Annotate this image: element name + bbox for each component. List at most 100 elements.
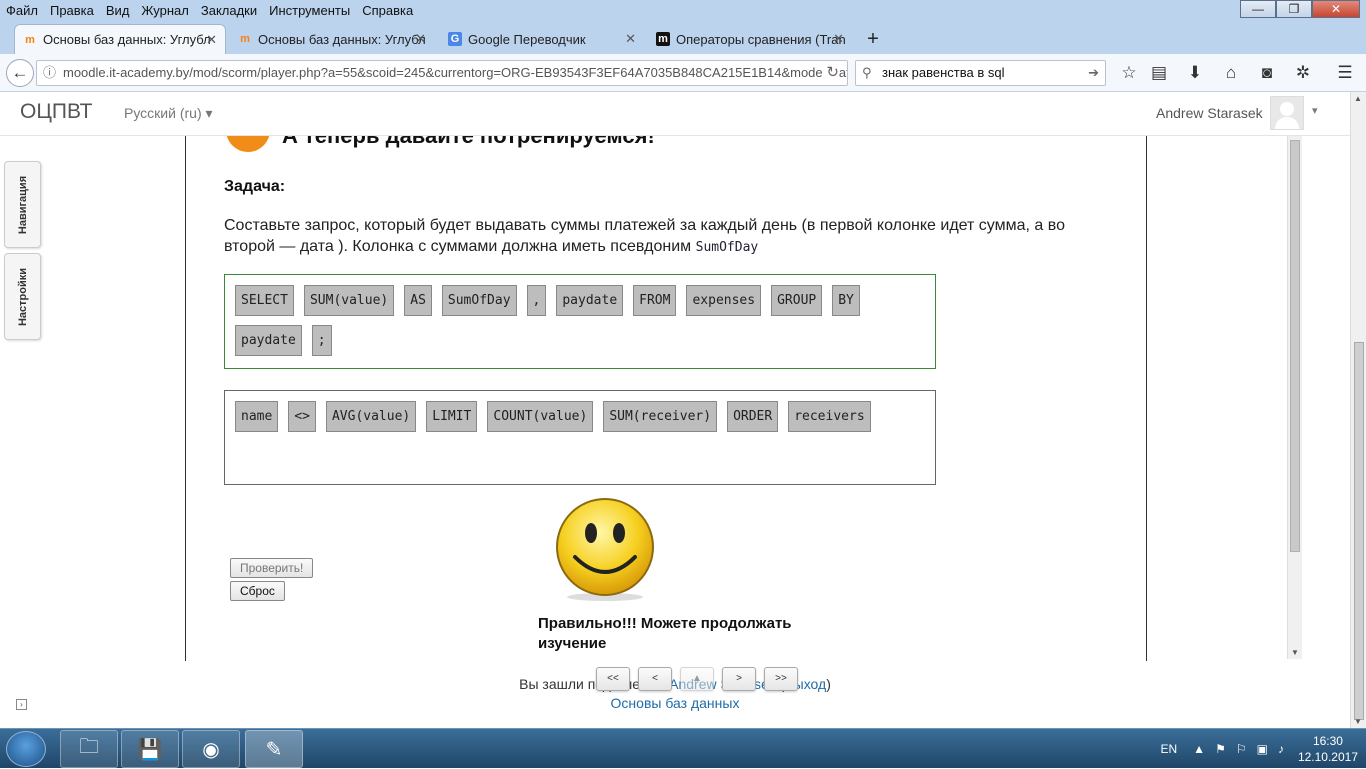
last-page-button[interactable]: >>: [764, 667, 798, 691]
search-value: знак равенства в sql: [882, 65, 1005, 80]
answer-token[interactable]: AS: [404, 285, 432, 316]
chevron-down-icon[interactable]: ▾: [1312, 104, 1318, 117]
scroll-down-icon[interactable]: ▼: [1291, 648, 1299, 657]
extension-icon[interactable]: ✲: [1292, 61, 1314, 85]
search-box[interactable]: ⚲ знак равенства в sql ➔: [855, 60, 1106, 86]
menu-view[interactable]: Вид: [100, 3, 136, 18]
menu-help[interactable]: Справка: [356, 3, 419, 18]
pocket-icon[interactable]: ◙: [1256, 61, 1278, 85]
flag-icon[interactable]: ⚑: [1215, 742, 1226, 756]
answer-token[interactable]: GROUP: [771, 285, 823, 316]
answer-token[interactable]: SELECT: [235, 285, 294, 316]
explorer-icon[interactable]: 🗀: [60, 730, 118, 768]
start-button[interactable]: [6, 731, 46, 767]
notepad-icon[interactable]: ✎: [245, 730, 303, 768]
pool-token[interactable]: COUNT(value): [487, 401, 594, 432]
menu-tools[interactable]: Инструменты: [263, 3, 356, 18]
menu-bookmarks[interactable]: Закладки: [195, 3, 263, 18]
save-disk-icon[interactable]: 💾: [121, 730, 179, 768]
volume-icon[interactable]: ♪: [1278, 742, 1284, 756]
answer-drop-zone[interactable]: SELECT SUM(value) AS SumOfDay, paydate FROM ex…: [224, 274, 936, 369]
page-scrollbar[interactable]: ▲ ▼: [1350, 92, 1366, 728]
reload-icon[interactable]: ↻: [822, 61, 839, 85]
close-tab-icon[interactable]: ✕: [625, 31, 636, 47]
new-tab-button[interactable]: +: [858, 24, 888, 54]
next-page-button[interactable]: >: [722, 667, 756, 691]
result-message: Правильно!!! Можете продолжать изучение: [538, 615, 792, 652]
avatar[interactable]: [1270, 96, 1304, 130]
answer-token[interactable]: expenses: [686, 285, 762, 316]
page-scrollbar-thumb[interactable]: [1354, 342, 1364, 720]
reset-button[interactable]: Сброс: [230, 581, 285, 601]
scroll-down-icon[interactable]: ▼: [1354, 717, 1362, 726]
sidebar-tab-navigation[interactable]: Навигация: [4, 161, 41, 248]
pool-token[interactable]: <>: [288, 401, 316, 432]
tab-operators[interactable]: m Операторы сравнения (Tran ✕: [648, 24, 852, 54]
close-tab-icon[interactable]: ✕: [206, 32, 217, 48]
close-window-button[interactable]: ✕: [1312, 0, 1360, 18]
minimize-button[interactable]: —: [1240, 0, 1276, 18]
back-arrow-icon[interactable]: ←: [6, 59, 34, 87]
search-icon: ⚲: [862, 65, 872, 80]
tab-title: Основы баз данных: Углубл: [43, 32, 211, 47]
sidebar-tab-settings[interactable]: Настройки: [4, 253, 41, 340]
prev-page-button[interactable]: <: [638, 667, 672, 691]
tab-moodle-1[interactable]: m Основы баз данных: Углубл ✕: [14, 24, 226, 54]
task-text: Составьте запрос, который будет выдавать…: [224, 217, 1065, 255]
downloads-icon[interactable]: ⬇: [1184, 61, 1206, 85]
toc-button[interactable]: ▲: [680, 667, 714, 691]
frame-scrollbar-thumb[interactable]: [1290, 140, 1300, 552]
language-menu[interactable]: Русский (ru) ▾: [124, 105, 213, 122]
smiley-face-icon: [556, 498, 654, 601]
sidebar-tab-label: Настройки: [16, 267, 29, 326]
close-tab-icon[interactable]: ✕: [833, 31, 844, 47]
scroll-up-icon[interactable]: ▲: [1354, 94, 1362, 103]
answer-token[interactable]: paydate: [556, 285, 624, 316]
user-name[interactable]: Andrew Starasek: [1156, 105, 1263, 121]
answer-token[interactable]: SUM(value): [303, 285, 395, 316]
url-text: moodle.it-academy.by/mod/scorm/player.ph…: [63, 65, 848, 80]
show-hidden-icons-icon[interactable]: ▲: [1193, 742, 1205, 756]
answer-token[interactable]: ,: [526, 285, 547, 316]
heading-number-icon: [226, 136, 270, 152]
pool-token[interactable]: name: [235, 401, 279, 432]
pool-token[interactable]: SUM(receiver): [603, 401, 718, 432]
close-tab-icon[interactable]: ✕: [415, 31, 426, 47]
first-page-button[interactable]: <<: [596, 667, 630, 691]
action-center-icon[interactable]: ⚐: [1236, 742, 1247, 756]
dock-icon[interactable]: ›: [16, 699, 27, 710]
answer-token[interactable]: FROM: [633, 285, 677, 316]
tab-google-translate[interactable]: G Google Переводчик ✕: [440, 24, 644, 54]
scorm-content-frame: А теперь давайте потренируемся! Задача: …: [185, 136, 1147, 661]
input-language[interactable]: EN: [1161, 742, 1178, 756]
answer-token[interactable]: paydate: [235, 325, 302, 356]
firefox-icon[interactable]: ◉: [182, 730, 240, 768]
pool-token[interactable]: receivers: [788, 401, 871, 432]
pool-token[interactable]: AVG(value): [325, 401, 417, 432]
network-icon[interactable]: ▣: [1257, 742, 1268, 756]
answer-token[interactable]: ;: [311, 325, 332, 356]
token-pool[interactable]: name <> AVG(value) LIMIT COUNT(value) SUM(rec…: [224, 390, 936, 485]
pool-token[interactable]: LIMIT: [426, 401, 478, 432]
site-brand[interactable]: ОЦПВТ: [20, 100, 92, 124]
answer-token[interactable]: SumOfDay: [441, 285, 517, 316]
frame-scrollbar[interactable]: ▼: [1287, 136, 1302, 659]
clock[interactable]: 16:30 12.10.2017: [1298, 733, 1358, 765]
course-link[interactable]: Основы баз данных: [611, 695, 740, 711]
pool-token[interactable]: ORDER: [727, 401, 779, 432]
menu-edit[interactable]: Правка: [44, 3, 100, 18]
bookmark-star-icon[interactable]: ☆: [1118, 61, 1140, 85]
check-button[interactable]: Проверить!: [230, 558, 314, 578]
address-bar[interactable]: ⓘ moodle.it-academy.by/mod/scorm/player.…: [36, 60, 848, 86]
maximize-button[interactable]: ❐: [1276, 0, 1312, 18]
tab-moodle-2[interactable]: m Основы баз данных: Углубл ✕: [230, 24, 434, 54]
alias-code: SumOfDay: [695, 240, 759, 255]
home-icon[interactable]: ⌂: [1220, 61, 1242, 85]
moodle-icon: m: [25, 34, 35, 46]
answer-token[interactable]: BY: [832, 285, 860, 316]
menu-history[interactable]: Журнал: [135, 3, 194, 18]
reading-list-icon[interactable]: ▤: [1148, 61, 1170, 85]
hamburger-menu-icon[interactable]: ☰: [1334, 61, 1356, 85]
menu-file[interactable]: Файл: [0, 3, 44, 18]
search-go-icon[interactable]: ➔: [1088, 61, 1099, 85]
